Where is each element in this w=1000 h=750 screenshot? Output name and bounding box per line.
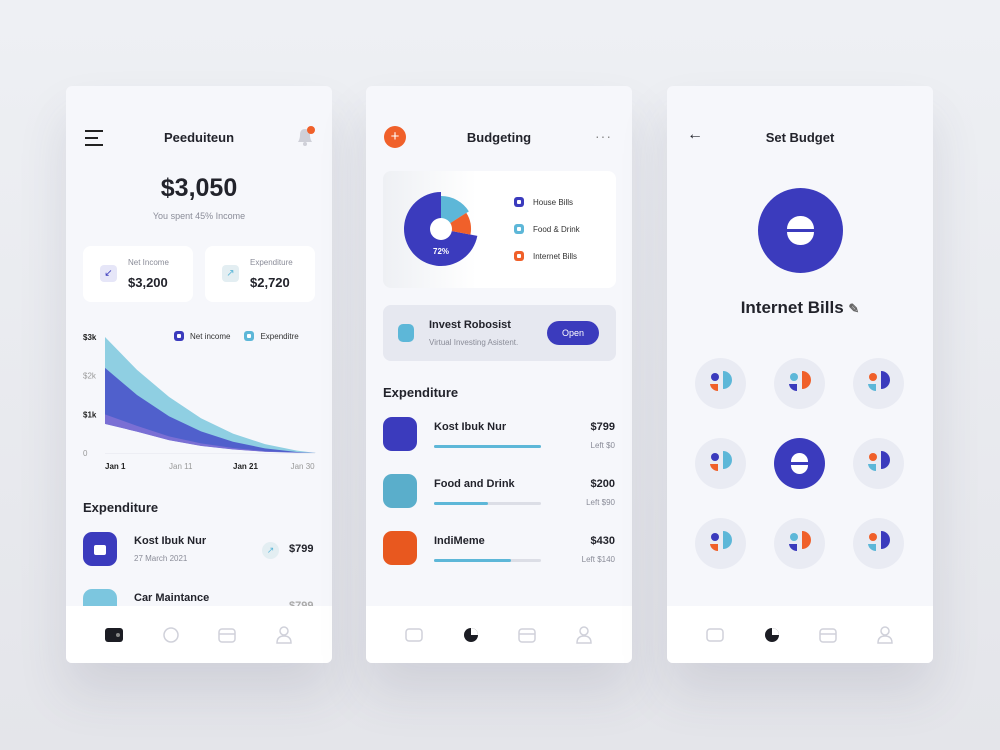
- legend: Net income Expenditre: [174, 331, 299, 341]
- bell-icon[interactable]: [294, 126, 316, 153]
- promo-title: Invest Robosist: [429, 319, 511, 331]
- item-amount: $799: [590, 421, 615, 433]
- x-tick-label: Jan 30: [291, 462, 316, 471]
- bottom-nav: [667, 606, 933, 663]
- robosist-banner: Invest Robosist Virtual Investing Asiste…: [383, 305, 616, 361]
- legend-swatch: [514, 251, 524, 261]
- legend-swatch-net-income: [174, 331, 184, 341]
- budget-progress: [434, 559, 541, 562]
- legend-swatch: [514, 224, 524, 234]
- item-name: Kost Ibuk Nur: [134, 535, 207, 547]
- budgeting-screen: + Budgeting ··· 72% House Bills Food & D…: [366, 86, 632, 663]
- section-title: Expenditure: [83, 500, 159, 515]
- category-icon-option[interactable]: [695, 518, 746, 569]
- net-income-card[interactable]: ↙ Net Income $3,200: [83, 246, 193, 302]
- house-icon: [83, 532, 117, 566]
- budget-progress: [434, 502, 541, 505]
- item-date: 27 March 2021: [134, 554, 188, 563]
- legend-internet-bills: Internet Bills: [514, 251, 577, 261]
- robot-icon: [398, 324, 414, 342]
- chart-pie-icon[interactable]: [762, 625, 782, 645]
- category-icon: [383, 417, 417, 451]
- legend-label: House Bills: [533, 197, 574, 207]
- item-name: Car Maintance: [134, 592, 210, 604]
- x-tick-label: Jan 1: [105, 462, 126, 471]
- legend-expenditure: Expenditre: [260, 331, 299, 341]
- pie-label: 72%: [433, 247, 450, 256]
- y-tick-label: 0: [83, 449, 88, 458]
- more-icon[interactable]: ···: [595, 128, 612, 144]
- legend-swatch-expenditure: [244, 331, 255, 341]
- budget-progress: [434, 445, 541, 448]
- category-icon-large: [758, 188, 843, 273]
- item-amount: $200: [590, 478, 615, 490]
- open-button[interactable]: Open: [547, 321, 599, 345]
- item-name: Food and Drink: [434, 478, 515, 490]
- category-icon-option[interactable]: [853, 358, 904, 409]
- chart-pie-icon[interactable]: [161, 625, 181, 645]
- bottom-nav: [66, 606, 332, 663]
- dashboard-screen: Peeduiteun $3,050 You spent 45% Income ↙…: [66, 86, 332, 663]
- y-tick-label: $1k: [83, 410, 97, 419]
- balance: $3,050: [160, 174, 238, 202]
- y-tick-label: $2k: [83, 372, 97, 381]
- expenditure-value: $2,720: [250, 275, 290, 290]
- arrow-up-right-icon: ↗: [262, 542, 279, 559]
- spent-subtitle: You spent 45% Income: [152, 211, 246, 221]
- calendar-icon[interactable]: [818, 625, 838, 645]
- arrow-up-right-icon: ↗: [222, 265, 239, 282]
- item-amount: $799: [289, 543, 314, 555]
- expenditure-label: Expenditure: [250, 258, 293, 267]
- calendar-icon[interactable]: [517, 625, 537, 645]
- category-icon-option[interactable]: [853, 518, 904, 569]
- item-left: Left $90: [586, 498, 615, 507]
- category-label: Internet Bills: [740, 298, 844, 317]
- page-title: Set Budget: [765, 130, 835, 145]
- user-icon[interactable]: [574, 625, 594, 645]
- wallet-icon[interactable]: [404, 625, 424, 645]
- item-amount: $430: [590, 535, 615, 547]
- item-name: Kost Ibuk Nur: [434, 421, 507, 433]
- section-title: Expenditure: [383, 385, 459, 400]
- category-icon: [383, 474, 417, 508]
- legend-net-income: Net income: [190, 331, 231, 341]
- user-icon[interactable]: [875, 625, 895, 645]
- bottom-nav: [366, 606, 632, 663]
- x-tick-label: Jan 21: [233, 462, 258, 471]
- pie-hole: [430, 218, 452, 240]
- budget-pie-card: 72% House Bills Food & Drink Internet Bi…: [383, 171, 616, 288]
- category-icon-option-selected[interactable]: [774, 438, 825, 489]
- category-icon-option[interactable]: [695, 438, 746, 489]
- chart-pie-icon[interactable]: [461, 625, 481, 645]
- category-icon-option[interactable]: [774, 518, 825, 569]
- category-icon: [383, 531, 417, 565]
- set-budget-screen: ← Set Budget Internet Bills ✎: [667, 86, 933, 663]
- net-income-label: Net Income: [128, 258, 169, 267]
- legend-label: Food & Drink: [533, 224, 580, 234]
- page-title: Budgeting: [466, 130, 532, 145]
- wallet-icon[interactable]: [705, 625, 725, 645]
- category-icon-option[interactable]: [774, 358, 825, 409]
- edit-pencil-icon[interactable]: ✎: [848, 301, 859, 316]
- net-income-value: $3,200: [128, 275, 168, 290]
- wallet-icon[interactable]: [104, 625, 124, 645]
- calendar-icon[interactable]: [217, 625, 237, 645]
- category-icon-option[interactable]: [695, 358, 746, 409]
- legend-label: Internet Bills: [533, 251, 578, 261]
- x-tick-label: Jan 11: [169, 462, 193, 471]
- y-tick-label: $3k: [83, 333, 97, 342]
- item-name: IndiMeme: [434, 535, 485, 547]
- app-title: Peeduiteun: [163, 130, 235, 145]
- arrow-down-left-icon: ↙: [100, 265, 117, 282]
- item-left: Left $140: [581, 555, 615, 564]
- item-left: Left $0: [590, 441, 615, 450]
- legend-house-bills: House Bills: [514, 197, 573, 207]
- category-icon-option[interactable]: [853, 438, 904, 489]
- user-icon[interactable]: [274, 625, 294, 645]
- expenditure-card[interactable]: ↗ Expenditure $2,720: [205, 246, 315, 302]
- legend-swatch: [514, 197, 524, 207]
- promo-subtitle: Virtual Investing Asistent.: [429, 338, 519, 347]
- category-name: Internet Bills ✎: [667, 298, 933, 318]
- legend-food-drink: Food & Drink: [514, 224, 580, 234]
